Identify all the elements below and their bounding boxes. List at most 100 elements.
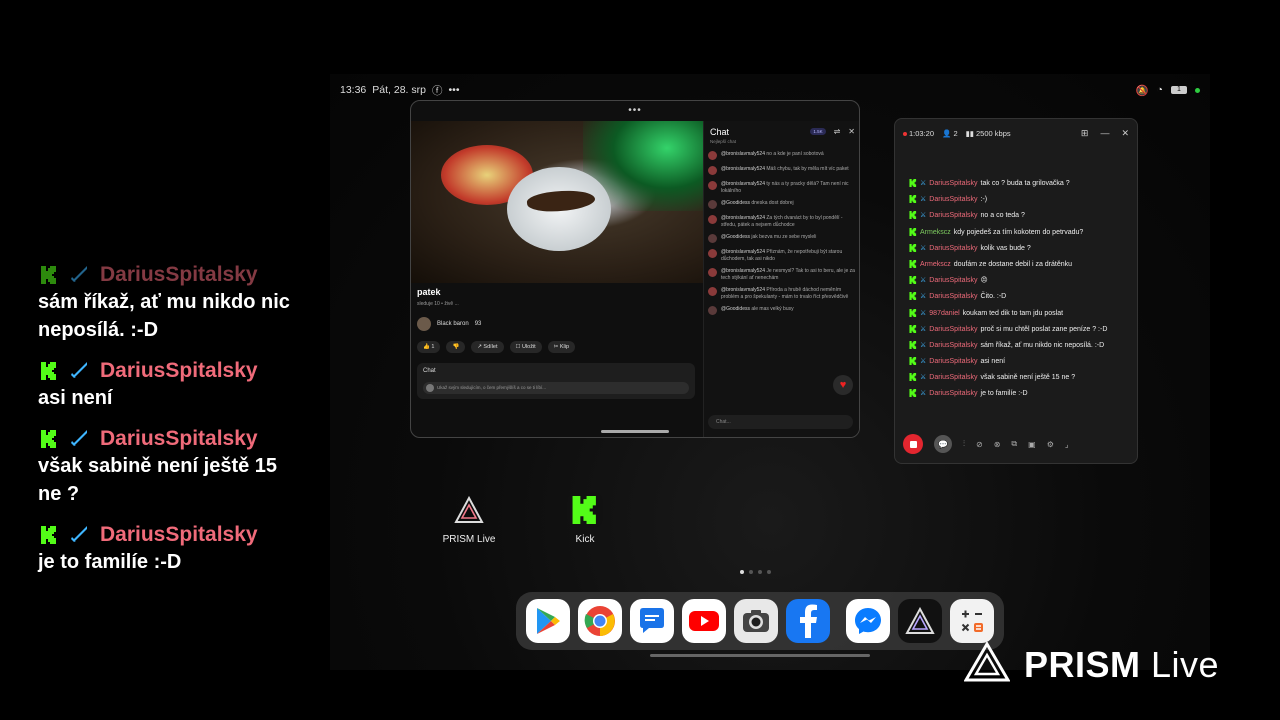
overlay-chat-user: DariusSpitalsky	[100, 359, 258, 382]
kick-badge-icon	[909, 179, 917, 187]
layers-icon[interactable]: ⧉	[1011, 439, 1017, 449]
chat-toggle-icon[interactable]: 💬	[934, 435, 952, 453]
share-button[interactable]: ↗ Sdílet	[471, 341, 504, 353]
verified-sword-icon: ⚔	[920, 277, 927, 285]
messages-icon[interactable]	[630, 599, 674, 643]
minimize-icon[interactable]: —	[1100, 128, 1109, 139]
messenger-icon[interactable]	[846, 599, 890, 643]
prism-live-watermark: PRISM Live	[963, 641, 1219, 687]
list-item: @Goodidess dneska dost dobrej	[708, 200, 857, 209]
overlay-chat-text: asi není	[38, 387, 113, 409]
like-button[interactable]: 👍 1	[417, 341, 441, 353]
home-app-kick[interactable]: Kick	[545, 492, 625, 545]
layout-icon[interactable]: ⊞	[1081, 128, 1089, 139]
play-store-icon[interactable]	[526, 599, 570, 643]
prism-live-dock-icon[interactable]	[898, 599, 942, 643]
heart-reaction-icon[interactable]: ♥	[833, 375, 853, 395]
overlay-chat-user: DariusSpitalsky	[100, 523, 258, 546]
kick-badge-icon	[38, 524, 60, 546]
kick-badge-icon	[909, 292, 917, 301]
stream-duration: 1:03:20	[903, 129, 934, 138]
list-item: ⚔ DariusSpitalsky je to familíe :-D	[909, 389, 1129, 399]
list-item: Armekscz doufám ze dostane debil i za drá…	[909, 259, 1129, 270]
channel-name[interactable]: Black baron	[437, 321, 469, 327]
signal-icon: ▮▮	[965, 128, 974, 138]
prism-toolbar: 💬 ⫶ ⊘ ⊗ ⧉ ▣ ⚙ ⌟	[903, 433, 1129, 455]
window-resize-handle[interactable]	[601, 430, 669, 433]
list-item: ⚔ DariusSpitalsky no a co teda ?	[909, 211, 1129, 221]
stop-stream-button[interactable]	[903, 434, 923, 454]
save-button[interactable]: ☐ Uložit	[509, 341, 542, 353]
close-icon[interactable]: ✕	[1121, 128, 1129, 139]
list-item: ⚔ DariusSpitalsky:-)	[909, 195, 1129, 205]
kick-badge-icon	[909, 340, 917, 349]
prism-live-icon	[451, 492, 487, 528]
window-handle[interactable]: •••	[628, 105, 642, 116]
kick-badge-icon	[909, 195, 917, 204]
list-item: @Goodidess jak bezva mu ze sebe mysleli	[708, 234, 857, 243]
verified-sword-icon: ⚔	[920, 358, 927, 366]
video-player[interactable]	[411, 121, 703, 283]
home-app-label: PRISM Live	[442, 534, 496, 545]
youtube-icon[interactable]	[682, 599, 726, 643]
channel-row[interactable]: Black baron 93	[417, 317, 481, 331]
settings-sliders-icon[interactable]: ⇌	[834, 127, 841, 136]
home-app-label: Kick	[575, 534, 595, 545]
list-item: Armekscz kdy pojedeš za tím kokotem do pe…	[909, 227, 1129, 238]
calculator-icon[interactable]	[950, 599, 994, 643]
close-icon[interactable]: ✕	[848, 127, 855, 136]
list-item: ⚔ DariusSpitalsky kolik vas bude ?	[909, 243, 1129, 254]
list-item: @bronislavmaly524 Přiznám, že nepotřebuj…	[708, 249, 857, 262]
app-dock	[516, 592, 1004, 650]
list-item: ⚔ DariusSpitalsky Čito. :-D	[909, 292, 1129, 302]
page-indicator	[740, 570, 771, 574]
channel-avatar[interactable]	[417, 317, 431, 331]
status-time: 13:36	[340, 84, 367, 96]
list-item: @Goodidess ale mas velký busy	[708, 306, 857, 315]
live-chat-input[interactable]: Chat...	[708, 415, 853, 429]
dislike-button[interactable]: 👎	[446, 341, 466, 353]
home-app-prism[interactable]: PRISM Live	[429, 492, 509, 545]
mic-off-icon[interactable]: ⊘	[976, 440, 983, 449]
prism-logo-icon	[963, 641, 1011, 687]
chrome-icon[interactable]	[578, 599, 622, 643]
verified-sword-icon: ⚔	[920, 244, 927, 252]
verified-sword-icon: ⚔	[920, 374, 927, 382]
verified-sword-icon	[70, 263, 90, 288]
video-actions: 👍 1 👎 ↗ Sdílet ☐ Uložit ✂ Klip	[417, 341, 576, 353]
comment-box-label: Chat	[423, 368, 436, 374]
resize-handle-icon[interactable]: ⌟	[1065, 440, 1069, 449]
clip-button[interactable]: ✂ Klip	[547, 341, 576, 353]
kick-badge-icon	[909, 308, 917, 317]
kick-badge-icon	[909, 211, 917, 220]
kick-badge-icon	[909, 243, 917, 252]
camera-icon[interactable]	[734, 599, 778, 643]
wifi-icon: ◔	[1156, 84, 1163, 96]
settings-gear-icon[interactable]: ⚙	[1047, 440, 1054, 449]
kick-badge-icon	[38, 428, 60, 450]
comment-box: Chat Ukaž svým sledujícím, o čem přemýšl…	[417, 363, 695, 399]
camera-switch-icon[interactable]: ▣	[1028, 440, 1036, 449]
verified-sword-icon: ⚔	[920, 309, 927, 317]
mixer-icon[interactable]: ⫶	[963, 439, 965, 449]
watermark-brand: PRISM	[1024, 643, 1141, 685]
list-item: @bronislavmaly524 no a kde je paní sobot…	[708, 151, 857, 160]
youtube-window[interactable]: ••• patek sleduje 10 • živě ... Black ba…	[410, 100, 860, 438]
status-date: Pát, 28. srp	[372, 84, 426, 96]
comment-input[interactable]: Ukaž svým sledujícím, o čem přemýšlíš a …	[423, 382, 689, 394]
camera-off-icon[interactable]: ⊗	[994, 440, 1001, 449]
navigation-bar[interactable]	[650, 654, 870, 657]
facebook-icon[interactable]	[786, 599, 830, 643]
viewers-badge: 1.5K	[810, 128, 826, 135]
list-item: ⚔ DariusSpitalsky 😠	[909, 276, 1129, 286]
overlay-chat-message: DariusSpitalsky je to familíe :-D	[38, 522, 298, 576]
overlay-chat-user: DariusSpitalsky	[100, 263, 258, 286]
viewer-count: 👤 2	[942, 128, 958, 138]
overlay-chat: DariusSpitalsky sám říkaž, ať mu nikdo n…	[38, 262, 298, 590]
verified-sword-icon	[70, 427, 90, 452]
kick-badge-icon	[38, 360, 60, 382]
live-chat-subtitle[interactable]: Nejlepší chat	[710, 139, 736, 144]
user-avatar	[426, 384, 434, 392]
kick-badge-icon	[909, 324, 917, 333]
prism-live-window[interactable]: 1:03:20 👤 2 ▮▮ 2500 kbps ⊞ — ✕ ⚔ DariusSp…	[894, 118, 1138, 464]
